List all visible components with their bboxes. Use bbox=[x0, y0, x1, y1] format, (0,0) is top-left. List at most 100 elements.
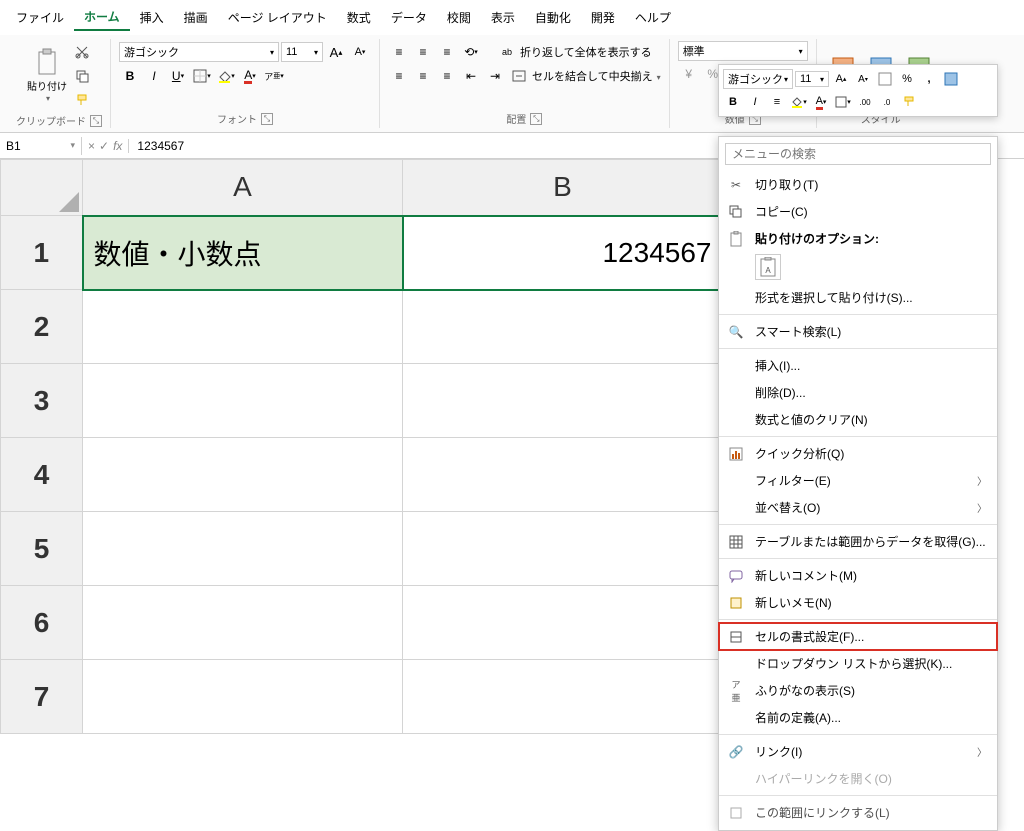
font-name-dropdown[interactable]: 游ゴシック▾ bbox=[119, 42, 279, 62]
cm-show-phonetic[interactable]: ア亜 ふりがなの表示(S) bbox=[719, 677, 997, 704]
cancel-formula-button[interactable]: × bbox=[88, 139, 95, 153]
select-all-corner[interactable] bbox=[1, 160, 83, 216]
cut-button[interactable] bbox=[71, 41, 93, 63]
cell-a6[interactable] bbox=[83, 586, 403, 660]
mini-bold-button[interactable]: B bbox=[723, 92, 743, 112]
cm-insert[interactable]: 挿入(I)... bbox=[719, 352, 997, 379]
cell-b6[interactable] bbox=[403, 586, 723, 660]
phonetic-button[interactable]: ア亜▾ bbox=[263, 65, 285, 87]
menu-help[interactable]: ヘルプ bbox=[625, 5, 681, 30]
menu-view[interactable]: 表示 bbox=[481, 5, 525, 30]
font-size-dropdown[interactable]: 11▾ bbox=[281, 42, 323, 62]
cell-b1[interactable]: 1234567 bbox=[403, 216, 723, 290]
mini-align-button[interactable]: ≡ bbox=[767, 92, 787, 112]
mini-decrease-font[interactable]: A▾ bbox=[853, 69, 873, 89]
cell-a3[interactable] bbox=[83, 364, 403, 438]
mini-font-size[interactable]: 11▾ bbox=[795, 71, 829, 87]
mini-percent-button[interactable]: % bbox=[897, 69, 917, 89]
row-header-7[interactable]: 7 bbox=[1, 660, 83, 734]
mini-dec-decimal-button[interactable]: .0 bbox=[877, 92, 897, 112]
menu-file[interactable]: ファイル bbox=[6, 5, 74, 30]
menu-automate[interactable]: 自動化 bbox=[525, 5, 581, 30]
cell-a2[interactable] bbox=[83, 290, 403, 364]
cm-smart-lookup[interactable]: 🔍 スマート検索(L) bbox=[719, 318, 997, 345]
cm-link[interactable]: 🔗 リンク(I) 〉 bbox=[719, 738, 997, 765]
increase-font-button[interactable]: A▴ bbox=[325, 41, 347, 63]
cm-quick-analysis[interactable]: クイック分析(Q) bbox=[719, 440, 997, 467]
font-color-button[interactable]: A▾ bbox=[239, 65, 261, 87]
cm-filter[interactable]: フィルター(E) 〉 bbox=[719, 467, 997, 494]
mini-format-painter-button[interactable] bbox=[899, 92, 919, 112]
mini-font-color-button[interactable]: A▾ bbox=[811, 92, 831, 112]
font-dialog-launcher[interactable]: ⤡ bbox=[261, 113, 273, 125]
align-right-button[interactable]: ≡ bbox=[436, 65, 458, 87]
format-painter-button[interactable] bbox=[71, 89, 93, 111]
orientation-button[interactable]: ⟲▾ bbox=[460, 41, 482, 63]
cell-b3[interactable] bbox=[403, 364, 723, 438]
cm-pick-from-dropdown[interactable]: ドロップダウン リストから選択(K)... bbox=[719, 650, 997, 677]
cell-b7[interactable] bbox=[403, 660, 723, 734]
column-header-b[interactable]: B bbox=[403, 160, 723, 216]
cell-a1[interactable]: 数値・小数点 bbox=[83, 216, 403, 290]
increase-indent-button[interactable]: ⇥ bbox=[484, 65, 506, 87]
mini-format-table-button[interactable] bbox=[941, 69, 961, 89]
align-middle-button[interactable]: ≡ bbox=[412, 41, 434, 63]
cm-sort[interactable]: 並べ替え(O) 〉 bbox=[719, 494, 997, 521]
row-header-1[interactable]: 1 bbox=[1, 216, 83, 290]
menu-insert[interactable]: 挿入 bbox=[130, 5, 174, 30]
number-format-dropdown[interactable]: 標準▾ bbox=[678, 41, 808, 61]
currency-button[interactable]: ¥ bbox=[678, 63, 700, 85]
cm-copy[interactable]: コピー(C) bbox=[719, 198, 997, 225]
mini-comma-button[interactable]: , bbox=[919, 69, 939, 89]
bold-button[interactable]: B bbox=[119, 65, 141, 87]
context-menu-search[interactable] bbox=[725, 143, 991, 165]
align-bottom-button[interactable]: ≡ bbox=[436, 41, 458, 63]
fill-color-button[interactable]: ▾ bbox=[215, 65, 237, 87]
menu-page-layout[interactable]: ページ レイアウト bbox=[218, 5, 337, 30]
wrap-text-button[interactable]: 折り返して全体を表示する bbox=[520, 44, 652, 60]
cm-link-to-range[interactable]: この範囲にリンクする(L) bbox=[719, 799, 997, 826]
alignment-dialog-launcher[interactable]: ⤡ bbox=[530, 113, 542, 125]
merge-cells-button[interactable]: セルを結合して中央揃え bbox=[532, 68, 653, 84]
paste-dropdown-caret[interactable] bbox=[44, 93, 50, 104]
align-left-button[interactable]: ≡ bbox=[388, 65, 410, 87]
menu-data[interactable]: データ bbox=[381, 5, 437, 30]
menu-developer[interactable]: 開発 bbox=[581, 5, 625, 30]
menu-formulas[interactable]: 数式 bbox=[337, 5, 381, 30]
cell-b5[interactable] bbox=[403, 512, 723, 586]
mini-fill-color-button[interactable]: ▾ bbox=[789, 92, 809, 112]
cm-delete[interactable]: 削除(D)... bbox=[719, 379, 997, 406]
column-header-a[interactable]: A bbox=[83, 160, 403, 216]
paste-button[interactable]: 貼り付け bbox=[25, 48, 69, 104]
align-top-button[interactable]: ≡ bbox=[388, 41, 410, 63]
row-header-3[interactable]: 3 bbox=[1, 364, 83, 438]
italic-button[interactable]: I bbox=[143, 65, 165, 87]
mini-inc-decimal-button[interactable]: .00 bbox=[855, 92, 875, 112]
cell-b2[interactable] bbox=[403, 290, 723, 364]
border-button[interactable]: ▾ bbox=[191, 65, 213, 87]
cm-cut[interactable]: ✂ 切り取り(T) bbox=[719, 171, 997, 198]
row-header-6[interactable]: 6 bbox=[1, 586, 83, 660]
cell-a4[interactable] bbox=[83, 438, 403, 512]
mini-increase-font[interactable]: A▴ bbox=[831, 69, 851, 89]
underline-button[interactable]: U▾ bbox=[167, 65, 189, 87]
enter-formula-button[interactable]: ✓ bbox=[99, 139, 109, 153]
decrease-font-button[interactable]: A▾ bbox=[349, 41, 371, 63]
cell-a7[interactable] bbox=[83, 660, 403, 734]
cm-get-data-from-table[interactable]: テーブルまたは範囲からデータを取得(G)... bbox=[719, 528, 997, 555]
cm-define-name[interactable]: 名前の定義(A)... bbox=[719, 704, 997, 731]
mini-accounting-button[interactable] bbox=[875, 69, 895, 89]
cm-paste-option-default[interactable]: A bbox=[755, 254, 781, 280]
cell-b4[interactable] bbox=[403, 438, 723, 512]
cm-paste-special[interactable]: 形式を選択して貼り付け(S)... bbox=[719, 284, 997, 311]
cell-a5[interactable] bbox=[83, 512, 403, 586]
menu-draw[interactable]: 描画 bbox=[174, 5, 218, 30]
row-header-4[interactable]: 4 bbox=[1, 438, 83, 512]
copy-button[interactable] bbox=[71, 65, 93, 87]
mini-italic-button[interactable]: I bbox=[745, 92, 765, 112]
cm-clear-contents[interactable]: 数式と値のクリア(N) bbox=[719, 406, 997, 433]
cm-format-cells[interactable]: セルの書式設定(F)... bbox=[719, 623, 997, 650]
name-box[interactable]: B1▾ bbox=[0, 137, 82, 155]
row-header-2[interactable]: 2 bbox=[1, 290, 83, 364]
menu-home[interactable]: ホーム bbox=[74, 4, 130, 31]
